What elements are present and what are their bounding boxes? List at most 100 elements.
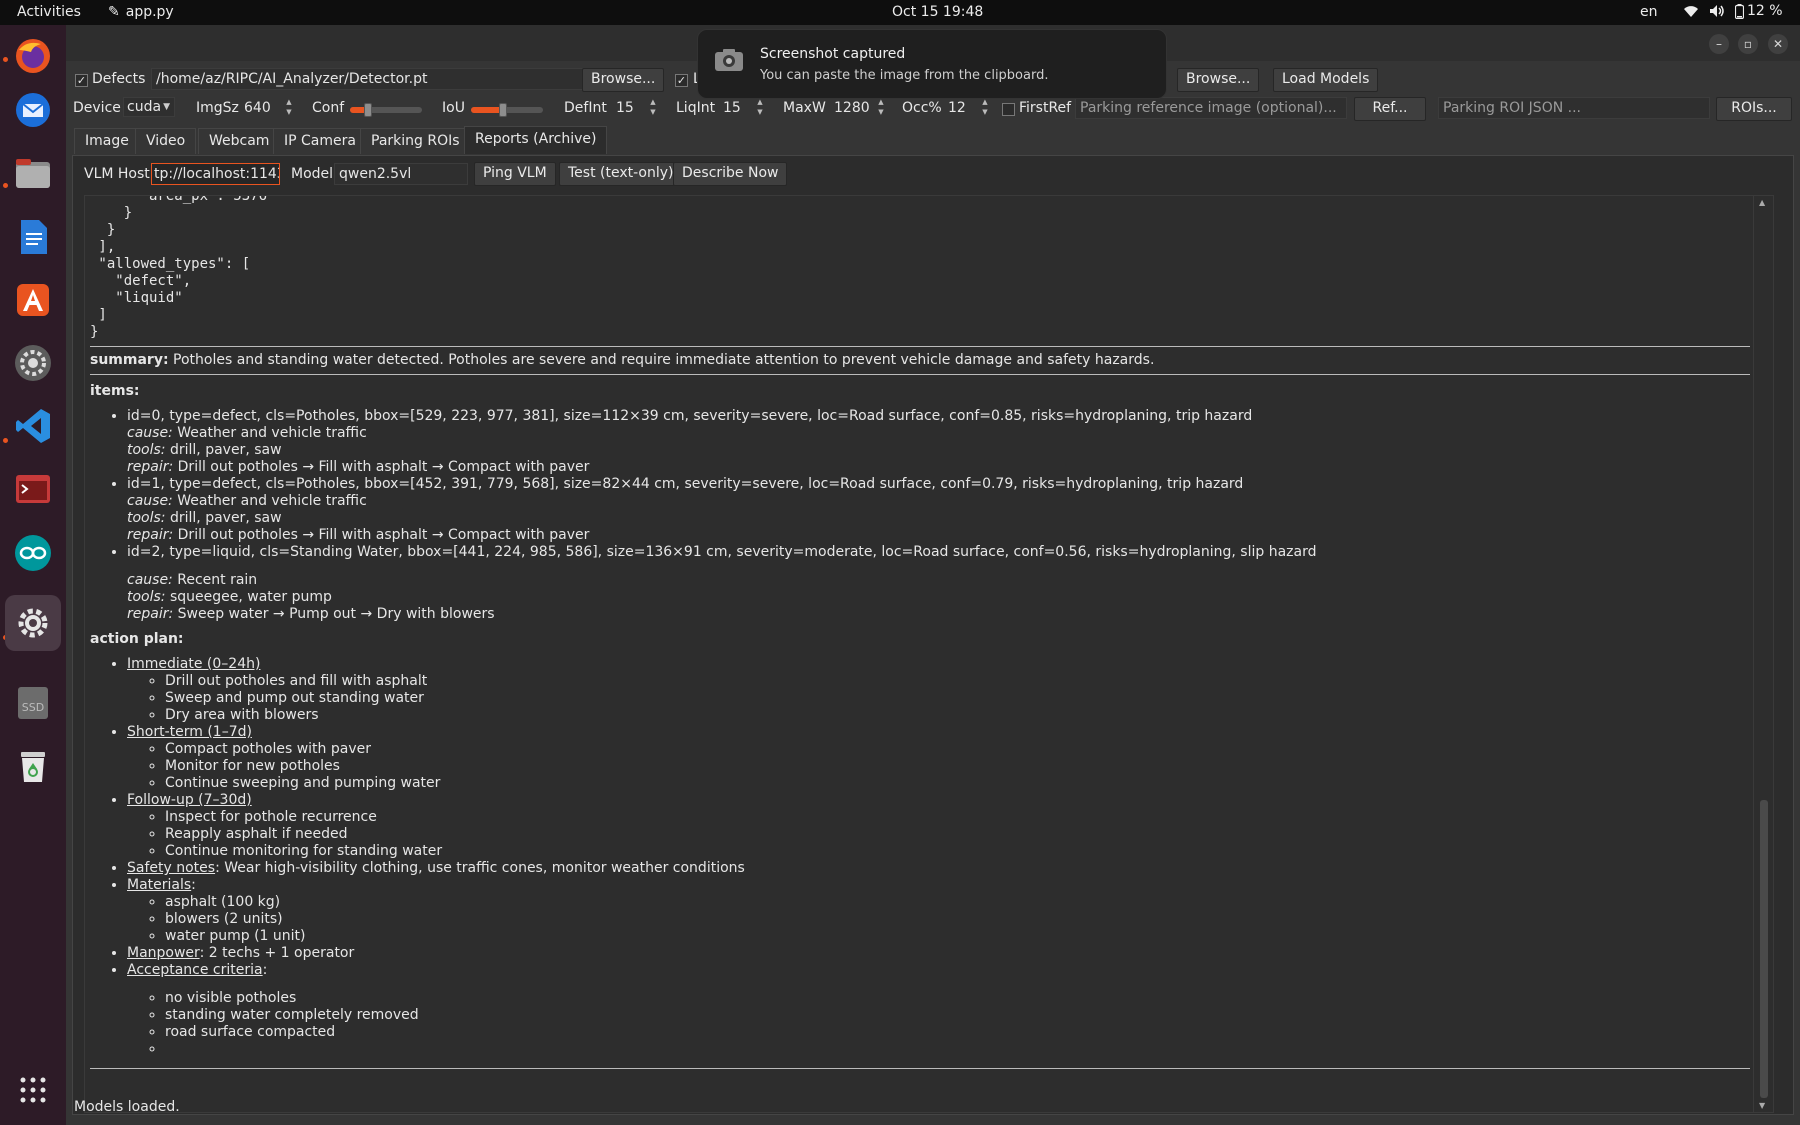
spin-arrows-icon[interactable]: ▲ ▼ [876,97,886,117]
running-indicator [3,438,8,443]
browse-defects-button[interactable]: Browse... [582,68,665,92]
ssd-drive-icon[interactable]: SSD [10,680,56,726]
maximize-icon[interactable]: ▫ [1738,34,1758,54]
list-item: asphalt (100 kg) [165,894,1750,911]
test-text-only-button[interactable]: Test (text-only) [559,162,683,186]
files-icon[interactable] [10,151,56,197]
vlm-host-label: VLM Host [84,166,150,182]
liqint-value: 15 [723,100,741,116]
liqint-spinbox[interactable]: 15 ▲ ▼ [723,97,765,122]
browse-liquid-button[interactable]: Browse... [1177,68,1260,92]
defects-model-path[interactable]: /home/az/RIPC/AI_Analyzer/Detector.pt [151,68,637,90]
input-language[interactable]: en [1640,4,1658,20]
maxw-label: MaxW [783,100,826,116]
show-apps-icon[interactable] [10,1067,56,1113]
action-plan-heading: action plan: [90,631,184,647]
minimize-icon[interactable]: – [1709,34,1729,54]
occ-spinbox[interactable]: 12 ▲ ▼ [948,97,990,122]
list-item: id=2, type=liquid, cls=Standing Water, b… [127,544,1750,623]
vlm-host-input[interactable]: tp://localhost:11434 [151,163,280,185]
spin-arrows-icon[interactable]: ▲ ▼ [755,97,765,117]
report-scrollbar[interactable]: ▲ ▼ [1753,196,1773,1112]
clock[interactable]: Oct 15 19:48 [892,4,983,20]
tab-reports-archive[interactable]: Reports (Archive) [464,126,608,154]
terminal-icon[interactable] [10,466,56,512]
screenshot-notification[interactable]: Screenshot captured You can paste the im… [697,29,1167,99]
immediate-label: Immediate (0–24h) [127,656,261,672]
close-icon[interactable]: ✕ [1768,34,1788,54]
spin-arrows-icon[interactable]: ▲ ▼ [284,97,294,117]
defects-checkbox[interactable]: ✓ [75,74,88,87]
device-select[interactable]: cuda ▼ [123,97,175,117]
repair-label: repair: [127,459,174,475]
maxw-spinbox[interactable]: 1280 ▲ ▼ [834,97,886,122]
app-menu[interactable]: ✎ app.py [108,4,174,20]
ping-vlm-button[interactable]: Ping VLM [474,162,556,186]
scrollbar-thumb[interactable] [1760,800,1768,1098]
defint-value: 15 [616,100,634,116]
firefox-icon[interactable] [10,33,56,79]
list-item: road surface compacted [165,1024,1750,1041]
report-viewer[interactable]: "area_px": 5376 } } ], "allowed_types": … [84,195,1774,1113]
iou-slider[interactable] [471,103,543,117]
conf-slider-handle[interactable] [364,103,372,117]
spin-arrows-icon[interactable]: ▲ ▼ [648,97,658,117]
spin-arrows-icon[interactable]: ▲ ▼ [980,97,990,117]
defects-label: Defects [92,71,146,87]
activities-button[interactable]: Activities [17,4,81,20]
tab-video[interactable]: Video [135,128,197,154]
item-line: id=2, type=liquid, cls=Standing Water, b… [127,544,1317,560]
arduino-icon[interactable] [10,530,56,576]
settings-icon[interactable] [10,340,56,386]
notification-title: Screenshot captured [760,46,906,62]
list-item [165,1041,1750,1058]
app-name: app.py [125,4,174,20]
liquid-checkbox[interactable]: ✓ [675,74,688,87]
rois-browse-button[interactable]: ROIs... [1716,97,1792,121]
system-tray[interactable]: 12 % [1683,3,1783,19]
tab-ip-camera[interactable]: IP Camera [273,128,367,154]
scroll-up-icon[interactable]: ▲ [1759,198,1765,207]
vlm-model-input[interactable]: qwen2.5vl [334,163,468,185]
thunderbird-icon[interactable] [10,87,56,133]
conf-label: Conf [312,100,345,116]
iou-slider-handle[interactable] [499,103,508,117]
writer-icon[interactable] [10,214,56,260]
cause-label: cause: [127,425,173,441]
summary-text: Potholes and standing water detected. Po… [173,352,1155,368]
firstref-checkbox[interactable] [1002,103,1015,116]
volume-icon [1710,5,1724,17]
items-list: id=0, type=defect, cls=Potholes, bbox=[5… [90,408,1750,623]
list-item: blowers (2 units) [165,911,1750,928]
list-item: no visible potholes [165,990,1750,1007]
list-item: Drill out potholes and fill with asphalt [165,673,1750,690]
tab-parking-rois[interactable]: Parking ROIs [360,128,471,154]
battery-icon [1735,3,1744,19]
parking-roi-input[interactable]: Parking ROI JSON ... [1438,97,1710,119]
gear-settings-icon[interactable] [5,595,61,651]
divider [90,374,1750,375]
acceptance-criteria-label: Acceptance criteria [127,962,263,978]
params-row: Device cuda ▼ ImgSz 640 ▲ ▼ Conf IoU DefInt… [66,95,1800,125]
list-item: Manpower: 2 techs + 1 operator [127,945,1750,962]
trash-icon[interactable] [10,743,56,789]
tab-bar: Image Video Webcam IP Camera Parking ROI… [66,126,1800,156]
tab-image[interactable]: Image [74,128,140,154]
occ-label: Occ% [902,100,942,116]
parking-reference-input[interactable]: Parking reference image (optional)... [1075,97,1347,119]
app-center-icon[interactable] [10,277,56,323]
vscode-icon[interactable] [10,403,56,449]
load-models-button[interactable]: Load Models [1273,68,1379,92]
item-cause: Recent rain [177,572,258,588]
imgsz-spinbox[interactable]: 640 ▲ ▼ [244,97,296,122]
defint-spinbox[interactable]: 15 ▲ ▼ [616,97,658,122]
tools-label: tools: [127,589,166,605]
ref-browse-button[interactable]: Ref... [1354,97,1426,121]
conf-slider[interactable] [350,103,422,117]
item-cause: Weather and vehicle traffic [177,493,367,509]
report-text[interactable]: "area_px": 5376 } } ], "allowed_types": … [90,196,1750,1112]
tab-webcam[interactable]: Webcam [198,128,281,154]
describe-now-button[interactable]: Describe Now [673,162,788,186]
summary-label: summary: [90,352,169,368]
scroll-down-icon[interactable]: ▼ [1759,1101,1765,1110]
